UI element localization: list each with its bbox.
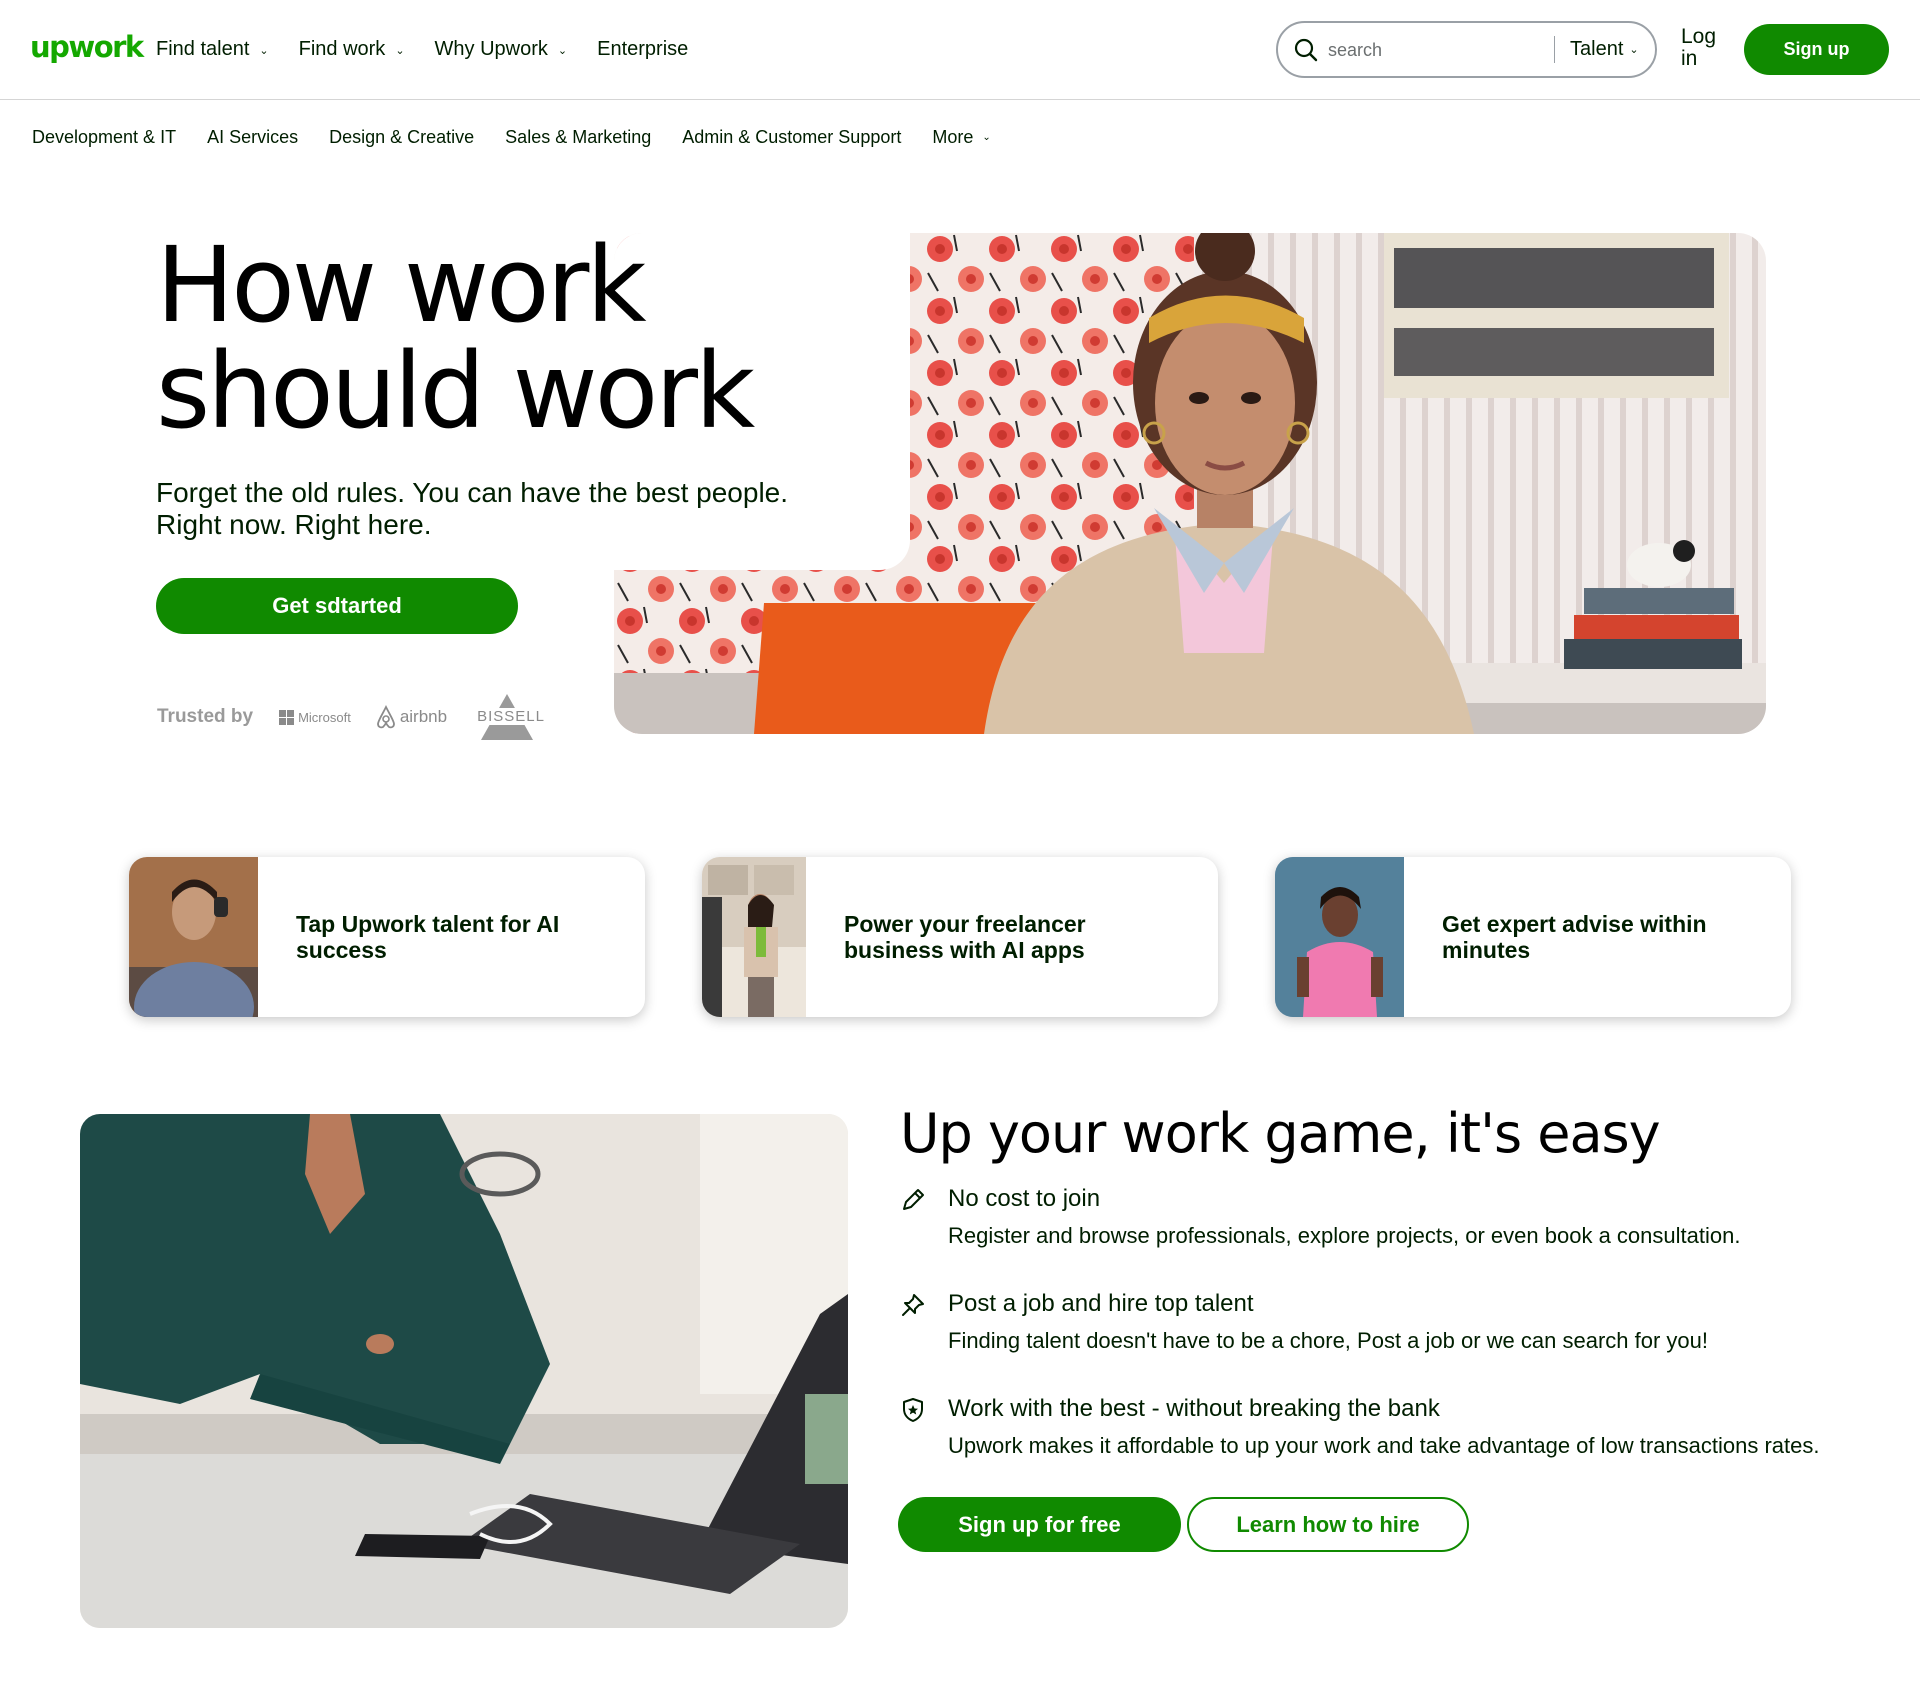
nav-label: Enterprise (597, 38, 689, 60)
hero-title-line: should work (156, 330, 755, 452)
feature-title: Work with the best - without breaking th… (948, 1395, 1440, 1422)
signup-button[interactable]: Sign up (1744, 24, 1889, 75)
feature-desc: Finding talent doesn't have to be a chor… (948, 1328, 1708, 1353)
get-started-button[interactable]: Get sdtarted (156, 578, 518, 634)
top-header: upwork Find talent ⌄ Find work ⌄ Why Upw… (0, 0, 1920, 100)
search-bar: Talent ⌄ (1276, 21, 1657, 78)
upwork-logo[interactable]: upwork (30, 30, 144, 64)
microsoft-logo: Microsoft (279, 709, 351, 725)
learn-how-to-hire-button[interactable]: Learn how to hire (1187, 1497, 1469, 1552)
feature-title: No cost to join (948, 1185, 1101, 1212)
category-nav: Development & IT AI Services Design & Cr… (32, 127, 1022, 148)
category-design-creative[interactable]: Design & Creative (329, 127, 474, 148)
hero-subtitle-line: Forget the old rules. You can have the b… (156, 477, 789, 508)
chevron-down-icon: ⌄ (259, 45, 269, 57)
shield-star-icon (903, 1398, 923, 1422)
nav-label: Find talent (156, 38, 250, 60)
category-development-it[interactable]: Development & IT (32, 127, 176, 148)
microsoft-logo-text: Microsoft (298, 709, 351, 725)
section-title: Up your work game, it's easy (900, 1102, 1661, 1165)
category-more-label: More (932, 127, 974, 147)
search-input[interactable] (1328, 37, 1528, 63)
chevron-down-icon: ⌄ (395, 45, 405, 57)
card-text: Tap Upwork talent for AI success (296, 911, 560, 963)
nav-label: Why Upwork (434, 38, 548, 60)
trusted-by-label: Trusted by (157, 706, 254, 727)
search-icon[interactable] (1292, 36, 1320, 64)
nav-find-talent[interactable]: Find talent ⌄ (156, 38, 269, 61)
category-admin-support[interactable]: Admin & Customer Support (682, 127, 901, 148)
chevron-down-icon: ⌄ (557, 45, 568, 57)
card-text: Get expert advise within minutes (1442, 911, 1707, 963)
nav-enterprise[interactable]: Enterprise (597, 38, 688, 61)
work-photo-illustration (80, 1114, 848, 1628)
airbnb-logo: airbnb (375, 705, 447, 729)
search-scope-label: Talent (1570, 38, 1624, 60)
feature-title: Post a job and hire top talent (948, 1290, 1254, 1317)
bissell-logo-text: BISSELL (475, 708, 547, 725)
nav-why-upwork[interactable]: Why Upwork ⌄ (435, 38, 568, 61)
login-link[interactable]: Log in (1681, 26, 1729, 70)
card-photo-man (129, 857, 258, 1017)
airbnb-icon (376, 705, 395, 729)
hero-subtitle: Forget the old rules. You can have the b… (156, 477, 788, 541)
category-ai-services[interactable]: AI Services (207, 127, 298, 148)
card-text: Power your freelancer business with AI a… (844, 911, 1086, 963)
nav-find-work[interactable]: Find work ⌄ (299, 38, 405, 61)
chevron-down-icon: ⌄ (982, 132, 991, 143)
card-photo-woman-pink (1275, 857, 1404, 1017)
feature-card-expert-advise[interactable]: Get expert advise within minutes (1275, 857, 1791, 1017)
feature-desc: Register and browse professionals, explo… (948, 1223, 1741, 1248)
sign-up-free-button[interactable]: Sign up for free (898, 1497, 1181, 1552)
nav-label: Find work (298, 38, 386, 60)
pin-icon (902, 1294, 924, 1316)
feature-card-ai-apps[interactable]: Power your freelancer business with AI a… (702, 857, 1218, 1017)
trusted-by-row: Trusted by Microsoft airbnb BISSELL (157, 692, 547, 742)
bissell-logo: BISSELL (471, 692, 547, 742)
pencil-icon (903, 1189, 924, 1210)
hero-subtitle-line: Right now. Right here. (156, 509, 432, 540)
category-sales-marketing[interactable]: Sales & Marketing (505, 127, 651, 148)
feature-desc: Upwork makes it affordable to up your wo… (948, 1433, 1820, 1458)
card-photo-woman-office (702, 857, 806, 1017)
category-more[interactable]: More ⌄ (932, 127, 990, 148)
search-scope-dropdown[interactable]: Talent ⌄ (1570, 38, 1639, 61)
chevron-down-icon: ⌄ (1629, 44, 1639, 56)
microsoft-grid-icon (279, 709, 295, 725)
main-nav: Find talent ⌄ Find work ⌄ Why Upwork ⌄ E… (156, 38, 718, 61)
search-divider (1554, 36, 1555, 63)
feature-card-ai-talent[interactable]: Tap Upwork talent for AI success (129, 857, 645, 1017)
work-photo (80, 1114, 848, 1628)
hero-title: How work should work (156, 224, 755, 452)
airbnb-logo-text: airbnb (399, 707, 448, 726)
hero-title-line: How work (156, 224, 647, 346)
